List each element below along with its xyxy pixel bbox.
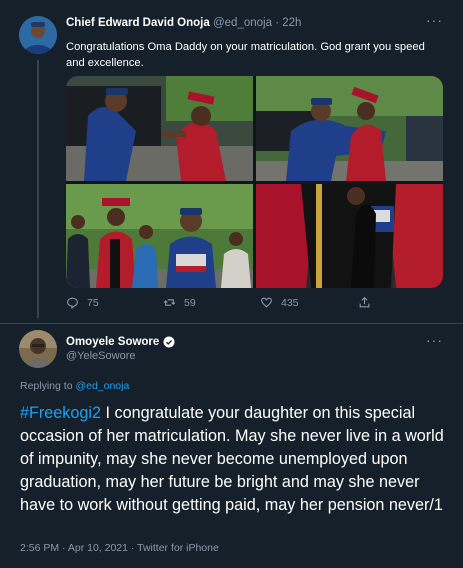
share-button[interactable] <box>358 296 371 309</box>
author-name[interactable]: Omoyele Sowore <box>66 336 159 348</box>
closeup-photo[interactable] <box>256 184 443 288</box>
group-photo[interactable] <box>66 184 253 288</box>
tweet-original[interactable]: Chief Edward David Onoja @ed_onoja · 22h… <box>0 0 463 323</box>
reply-count: 75 <box>87 296 99 309</box>
tweet-divider <box>0 323 463 324</box>
tweet-timestamp[interactable]: 2:56 PM · Apr 10, 2021 · Twitter for iPh… <box>20 542 219 554</box>
replying-prefix: Replying to <box>20 380 73 392</box>
hug-photo[interactable] <box>256 76 443 181</box>
avatar[interactable] <box>19 330 57 368</box>
reply-button[interactable]: 75 <box>66 296 99 309</box>
handshake-photo[interactable] <box>66 76 253 181</box>
media-grid <box>66 76 443 288</box>
retweet-count: 59 <box>184 296 196 309</box>
retweet-icon <box>163 299 176 306</box>
reply-icon <box>67 297 78 309</box>
like-button[interactable]: 435 <box>260 296 299 309</box>
tweet-text: Congratulations Oma Daddy on your matric… <box>66 41 425 69</box>
author-name[interactable]: Chief Edward David Onoja <box>66 17 210 29</box>
tweet-time[interactable]: 22h <box>282 17 301 29</box>
tweet-header: Chief Edward David Onoja @ed_onoja · 22h <box>66 17 301 29</box>
thread-line <box>37 60 39 318</box>
header-separator: · <box>275 17 280 29</box>
author-name-row: Omoyele Sowore <box>66 336 175 348</box>
more-options-icon[interactable]: ··· <box>426 332 443 348</box>
author-handle[interactable]: @YeleSowore <box>66 350 135 362</box>
more-options-icon[interactable]: ··· <box>426 12 443 28</box>
replying-to-handle-link[interactable]: @ed_onoja <box>75 380 129 392</box>
avatar[interactable] <box>19 16 57 54</box>
like-count: 435 <box>281 296 299 309</box>
like-icon <box>261 297 272 308</box>
verified-badge-icon <box>163 336 175 348</box>
replying-to: Replying to @ed_onoja <box>20 380 129 392</box>
tweet-text: #Freekogi2 I congratulate your daughter … <box>20 402 450 517</box>
author-handle[interactable]: @ed_onoja <box>213 17 272 29</box>
hashtag-link[interactable]: #Freekogi2 <box>20 404 101 422</box>
share-icon <box>359 296 370 308</box>
retweet-button[interactable]: 59 <box>163 296 196 309</box>
